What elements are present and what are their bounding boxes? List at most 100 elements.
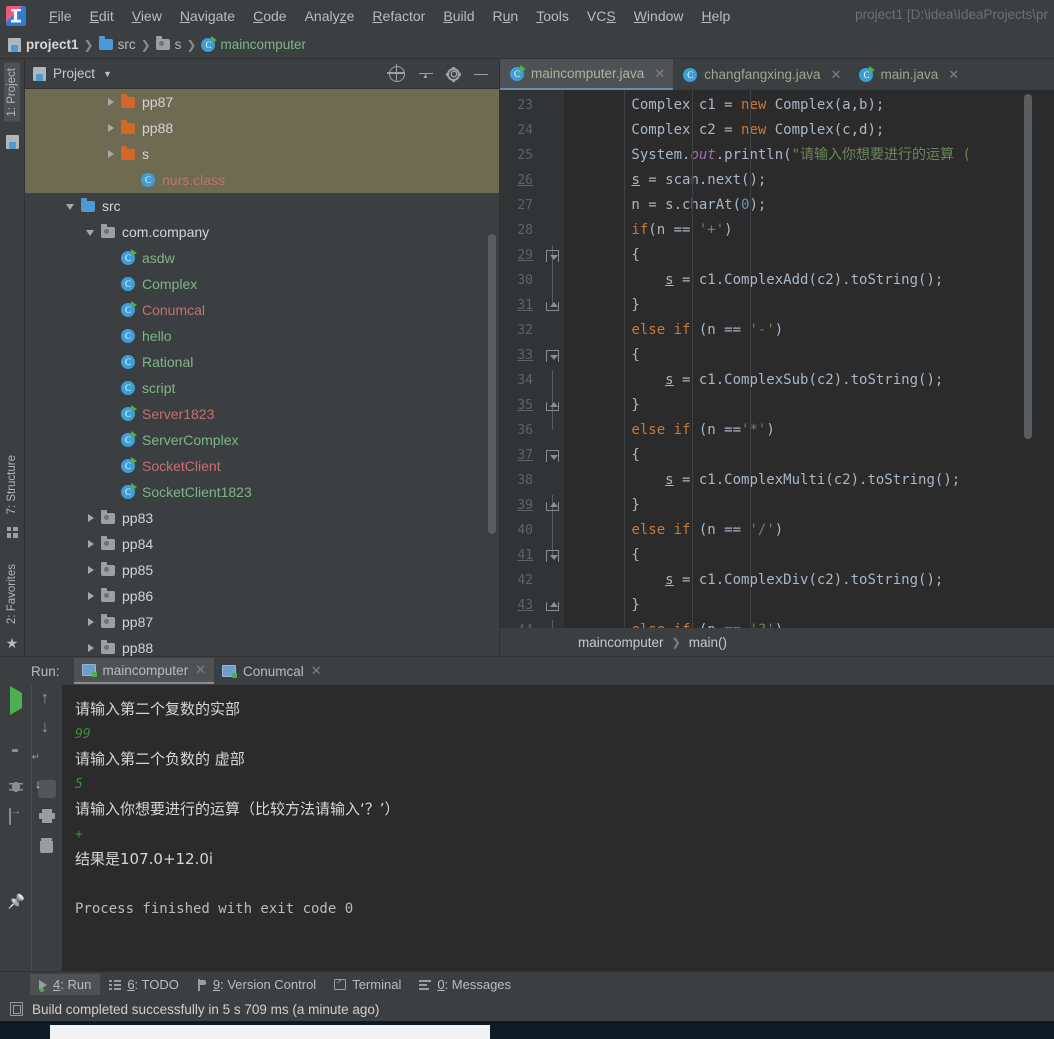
fold-collapse-icon[interactable]: [546, 350, 559, 362]
fold-marker-slot[interactable]: [542, 443, 564, 468]
tree-item-asdw[interactable]: Casdw: [25, 245, 499, 271]
trash-icon[interactable]: [38, 838, 56, 856]
scroll-to-end-icon[interactable]: [38, 780, 56, 798]
menu-build[interactable]: Build: [434, 5, 483, 27]
fold-marker-slot[interactable]: [542, 343, 564, 368]
chevron-right-icon[interactable]: [85, 642, 97, 654]
menu-refactor[interactable]: Refactor: [363, 5, 434, 27]
code-line[interactable]: else if (n =='*'): [564, 418, 1054, 443]
fold-marker-slot[interactable]: [542, 268, 564, 293]
chevron-right-icon[interactable]: [105, 96, 117, 108]
menu-view[interactable]: View: [123, 5, 171, 27]
menu-navigate[interactable]: Navigate: [171, 5, 244, 27]
menu-help[interactable]: Help: [693, 5, 740, 27]
code-line[interactable]: }: [564, 493, 1054, 518]
console-output[interactable]: 请输入第二个复数的实部 99 请输入第二个负数的 虚部 5 请输入你想要进行的运算（比较…: [62, 685, 1054, 971]
tool-window-9--version-control[interactable]: 9: Version Control: [188, 974, 325, 995]
tree-item-pp88[interactable]: pp88: [25, 115, 499, 141]
fold-marker-slot[interactable]: [542, 518, 564, 543]
breadcrumb-class[interactable]: maincomputer: [578, 635, 664, 650]
chevron-right-icon[interactable]: [105, 148, 117, 160]
code-line[interactable]: }: [564, 593, 1054, 618]
code-line[interactable]: {: [564, 243, 1054, 268]
fold-marker-slot[interactable]: [542, 543, 564, 568]
fold-marker-slot[interactable]: [542, 393, 564, 418]
fold-marker-slot[interactable]: [542, 468, 564, 493]
chevron-right-icon[interactable]: [85, 564, 97, 576]
camera-icon[interactable]: [7, 751, 25, 769]
tree-item-hello[interactable]: Chello: [25, 323, 499, 349]
chevron-right-icon[interactable]: [105, 122, 117, 134]
minimize-icon[interactable]: [473, 66, 489, 82]
tree-item-pp85[interactable]: pp85: [25, 557, 499, 583]
code-line[interactable]: Complex c1 = new Complex(a,b);: [564, 93, 1054, 118]
editor-scrollbar[interactable]: [1024, 94, 1032, 439]
code-line[interactable]: s = c1.ComplexAdd(c2).toString();: [564, 268, 1054, 293]
chevron-right-icon[interactable]: [85, 616, 97, 628]
menu-tools[interactable]: Tools: [527, 5, 578, 27]
sidebar-tab-structure[interactable]: 7: Structure: [4, 450, 20, 519]
breadcrumb-item-project1[interactable]: project1: [8, 37, 79, 52]
tool-window-terminal[interactable]: Terminal: [325, 974, 410, 995]
tool-window-0--messages[interactable]: 0: Messages: [410, 974, 520, 995]
tree-item-servercomplex[interactable]: C ServerComplex: [25, 427, 499, 453]
rerun-icon[interactable]: [7, 686, 25, 715]
menu-window[interactable]: Window: [625, 5, 693, 27]
code-line[interactable]: s = c1.ComplexSub(c2).toString();: [564, 368, 1054, 393]
fold-marker-slot[interactable]: [542, 618, 564, 628]
editor-tab-changfangxing-java[interactable]: Cchangfangxing.java ✕: [673, 59, 849, 90]
close-icon[interactable]: ✕: [654, 66, 665, 82]
fold-marker-slot[interactable]: [542, 493, 564, 518]
menu-code[interactable]: Code: [244, 5, 295, 27]
fold-marker-slot[interactable]: [542, 593, 564, 618]
menu-edit[interactable]: Edit: [81, 5, 123, 27]
fold-marker-slot[interactable]: [542, 293, 564, 318]
scroll-up-icon[interactable]: [38, 690, 56, 711]
project-tree[interactable]: pp87 pp88 s Cnurs.class src com.company Casdw C…: [25, 89, 499, 656]
editor-tab-maincomputer-java[interactable]: Cmaincomputer.java ✕: [500, 59, 674, 90]
tree-item-pp84[interactable]: pp84: [25, 531, 499, 557]
code-line[interactable]: }: [564, 293, 1054, 318]
code-line[interactable]: {: [564, 443, 1054, 468]
sidebar-tab-favorites[interactable]: 2: Favorites: [4, 559, 20, 629]
tree-item-s[interactable]: s: [25, 141, 499, 167]
fold-marker-slot[interactable]: [542, 218, 564, 243]
collapse-all-icon[interactable]: [418, 66, 434, 82]
tree-item-socketclient[interactable]: C SocketClient: [25, 453, 499, 479]
breadcrumb-method[interactable]: main(): [689, 635, 727, 650]
tree-item-pp86[interactable]: pp86: [25, 583, 499, 609]
tree-item-rational[interactable]: C Rational: [25, 349, 499, 375]
close-icon[interactable]: ✕: [195, 662, 206, 678]
scroll-down-icon[interactable]: [38, 719, 56, 740]
keyboard-icon[interactable]: [7, 844, 25, 862]
fold-end-icon[interactable]: [546, 302, 559, 311]
breadcrumb-item-s[interactable]: s: [155, 36, 181, 52]
fold-marker-slot[interactable]: [542, 418, 564, 443]
locate-icon[interactable]: [387, 63, 405, 82]
fold-marker-slot[interactable]: [542, 168, 564, 193]
tree-item-src[interactable]: src: [25, 193, 499, 219]
chevron-right-icon[interactable]: [85, 538, 97, 550]
fold-collapse-icon[interactable]: [546, 550, 559, 562]
fold-marker-slot[interactable]: [542, 318, 564, 343]
run-tab-maincomputer[interactable]: maincomputer ✕: [73, 658, 214, 684]
code-line[interactable]: s = scan.next();: [564, 168, 1054, 193]
tree-item-com-company[interactable]: com.company: [25, 219, 499, 245]
fold-marker-slot[interactable]: [542, 93, 564, 118]
fold-marker-slot[interactable]: [542, 118, 564, 143]
soft-wrap-icon[interactable]: [38, 751, 56, 769]
chevron-down-icon[interactable]: [85, 226, 97, 238]
fold-marker-slot[interactable]: [542, 143, 564, 168]
code-line[interactable]: {: [564, 543, 1054, 568]
code-line[interactable]: }: [564, 393, 1054, 418]
code-line[interactable]: System.out.println("请输入你想要进行的运算 (: [564, 143, 1054, 168]
tree-item-complex[interactable]: C Complex: [25, 271, 499, 297]
tool-window-6--todo[interactable]: 6: TODO: [100, 974, 188, 995]
code-line[interactable]: if(n == '+'): [564, 218, 1054, 243]
menu-vcs[interactable]: VCS: [578, 5, 625, 27]
tool-window-4--run[interactable]: 4: Run: [30, 974, 101, 995]
tree-item-socketclient1823[interactable]: C SocketClient1823: [25, 479, 499, 505]
code-line[interactable]: else if (n == '?'): [564, 618, 1054, 628]
fold-collapse-icon[interactable]: [546, 250, 559, 262]
menu-analyze[interactable]: Analyze: [296, 5, 364, 27]
